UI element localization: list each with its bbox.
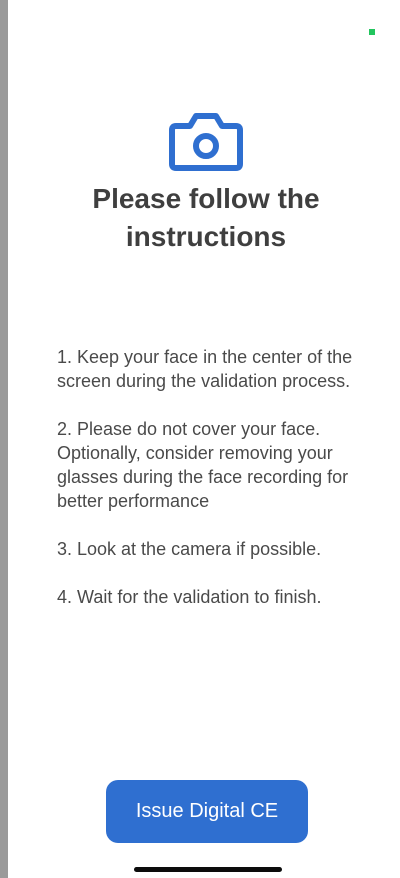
instruction-item: 4. Wait for the validation to finish. (57, 587, 322, 607)
instructions-list: 1. Keep your face in the center of the s… (57, 345, 387, 633)
instruction-item: 1. Keep your face in the center of the s… (57, 347, 353, 391)
home-indicator[interactable] (134, 867, 282, 872)
page-title: Please follow the instructions (92, 183, 320, 252)
status-indicator-icon (369, 29, 375, 35)
issue-digital-ce-button[interactable]: Issue Digital CE (106, 780, 308, 843)
instruction-item: 3. Look at the camera if possible. (57, 539, 322, 559)
camera-icon (169, 113, 243, 171)
instruction-item: 2. Please do not cover your face. Option… (57, 419, 349, 511)
window-left-edge (0, 0, 8, 878)
